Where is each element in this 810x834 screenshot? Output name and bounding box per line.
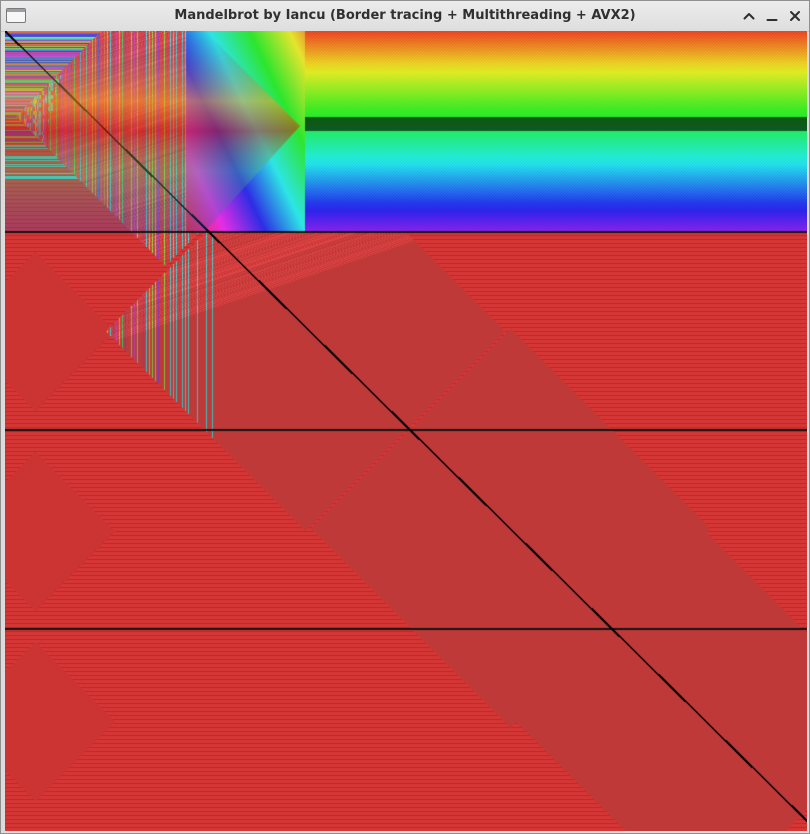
fractal-render-area[interactable]: [5, 31, 807, 831]
window-icon[interactable]: [6, 8, 26, 23]
minimize-icon[interactable]: [764, 8, 780, 24]
app-window: Mandelbrot by Iancu (Border tracing + Mu…: [0, 0, 810, 834]
title-bar[interactable]: Mandelbrot by Iancu (Border tracing + Mu…: [1, 1, 809, 32]
window-title: Mandelbrot by Iancu (Border tracing + Mu…: [174, 8, 636, 23]
fractal-canvas[interactable]: [5, 31, 807, 831]
close-icon[interactable]: [787, 8, 803, 24]
chevron-up-icon[interactable]: [741, 8, 757, 24]
